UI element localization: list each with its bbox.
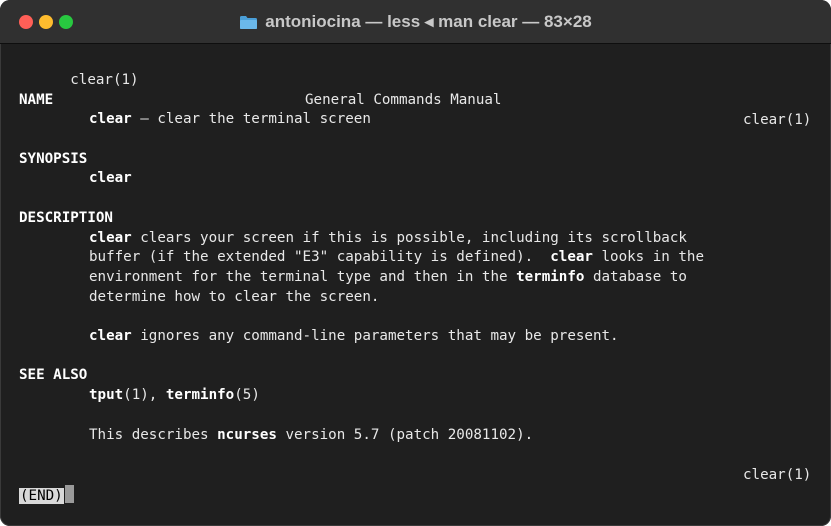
desc-command: clear xyxy=(89,328,132,344)
folder-icon xyxy=(239,15,258,30)
pager-prompt[interactable]: (END) xyxy=(19,485,74,505)
desc-text: ignores any command-line parameters that… xyxy=(131,328,619,344)
footer-right: clear(1) xyxy=(743,467,812,483)
desc-text: environment for the terminal type and th… xyxy=(89,269,517,285)
description-line-1: clear clears your screen if this is poss… xyxy=(89,228,687,248)
description-line-4: determine how to clear the screen. xyxy=(89,289,380,305)
desc-text: database to xyxy=(584,269,687,285)
ref-terminfo: terminfo xyxy=(165,387,235,403)
section-see-also-heading: SEE ALSO xyxy=(19,367,88,383)
text-cursor xyxy=(64,485,74,503)
desc-terminfo: terminfo xyxy=(516,269,585,285)
name-line: clear – clear the terminal screen xyxy=(89,109,371,129)
ref-tput: tput xyxy=(89,387,124,403)
desc-command: clear xyxy=(89,230,132,246)
description-line-2: buffer (if the extended "E3" capability … xyxy=(89,247,704,267)
header-center: General Commands Manual xyxy=(305,92,502,108)
terminal-window: antoniocina — less ◂ man clear — 83×28 c… xyxy=(0,0,831,526)
section-synopsis-heading: SYNOPSIS xyxy=(19,151,88,167)
header-right: clear(1) xyxy=(743,112,812,128)
ref-tput-section: (1), xyxy=(123,387,166,403)
desc-text: looks in the xyxy=(592,249,705,265)
see-also-refs: tput(1), terminfo(5) xyxy=(89,385,260,405)
synopsis-command: clear xyxy=(89,170,132,186)
header-left: clear(1) xyxy=(70,72,139,88)
description-paragraph-2: clear ignores any command-line parameter… xyxy=(89,326,619,346)
section-description-heading: DESCRIPTION xyxy=(19,210,113,226)
window-title-container: antoniocina — less ◂ man clear — 83×28 xyxy=(0,0,831,44)
man-header: clear(1) General Commands Manual clear(1… xyxy=(19,50,819,128)
command-name: clear xyxy=(89,111,132,127)
window-title: antoniocina — less ◂ man clear — 83×28 xyxy=(265,12,592,31)
desc-text: clears your screen if this is possible, … xyxy=(131,230,687,246)
end-indicator: (END) xyxy=(19,488,64,504)
name-description: – clear the terminal screen xyxy=(131,111,371,127)
description-line-3: environment for the terminal type and th… xyxy=(89,267,687,287)
ref-terminfo-section: (5) xyxy=(234,387,260,403)
ncurses-name: ncurses xyxy=(217,427,277,443)
version-text: version 5.7 (patch 20081102). xyxy=(276,427,534,443)
title-bar[interactable]: antoniocina — less ◂ man clear — 83×28 xyxy=(0,0,831,44)
desc-text: buffer (if the extended "E3" capability … xyxy=(89,249,551,265)
terminal-content[interactable]: clear(1) General Commands Manual clear(1… xyxy=(19,47,831,526)
version-text: This describes xyxy=(89,427,218,443)
section-name-heading: NAME xyxy=(19,92,54,108)
desc-command: clear xyxy=(550,249,593,265)
ncurses-version-line: This describes ncurses version 5.7 (patc… xyxy=(89,425,533,445)
